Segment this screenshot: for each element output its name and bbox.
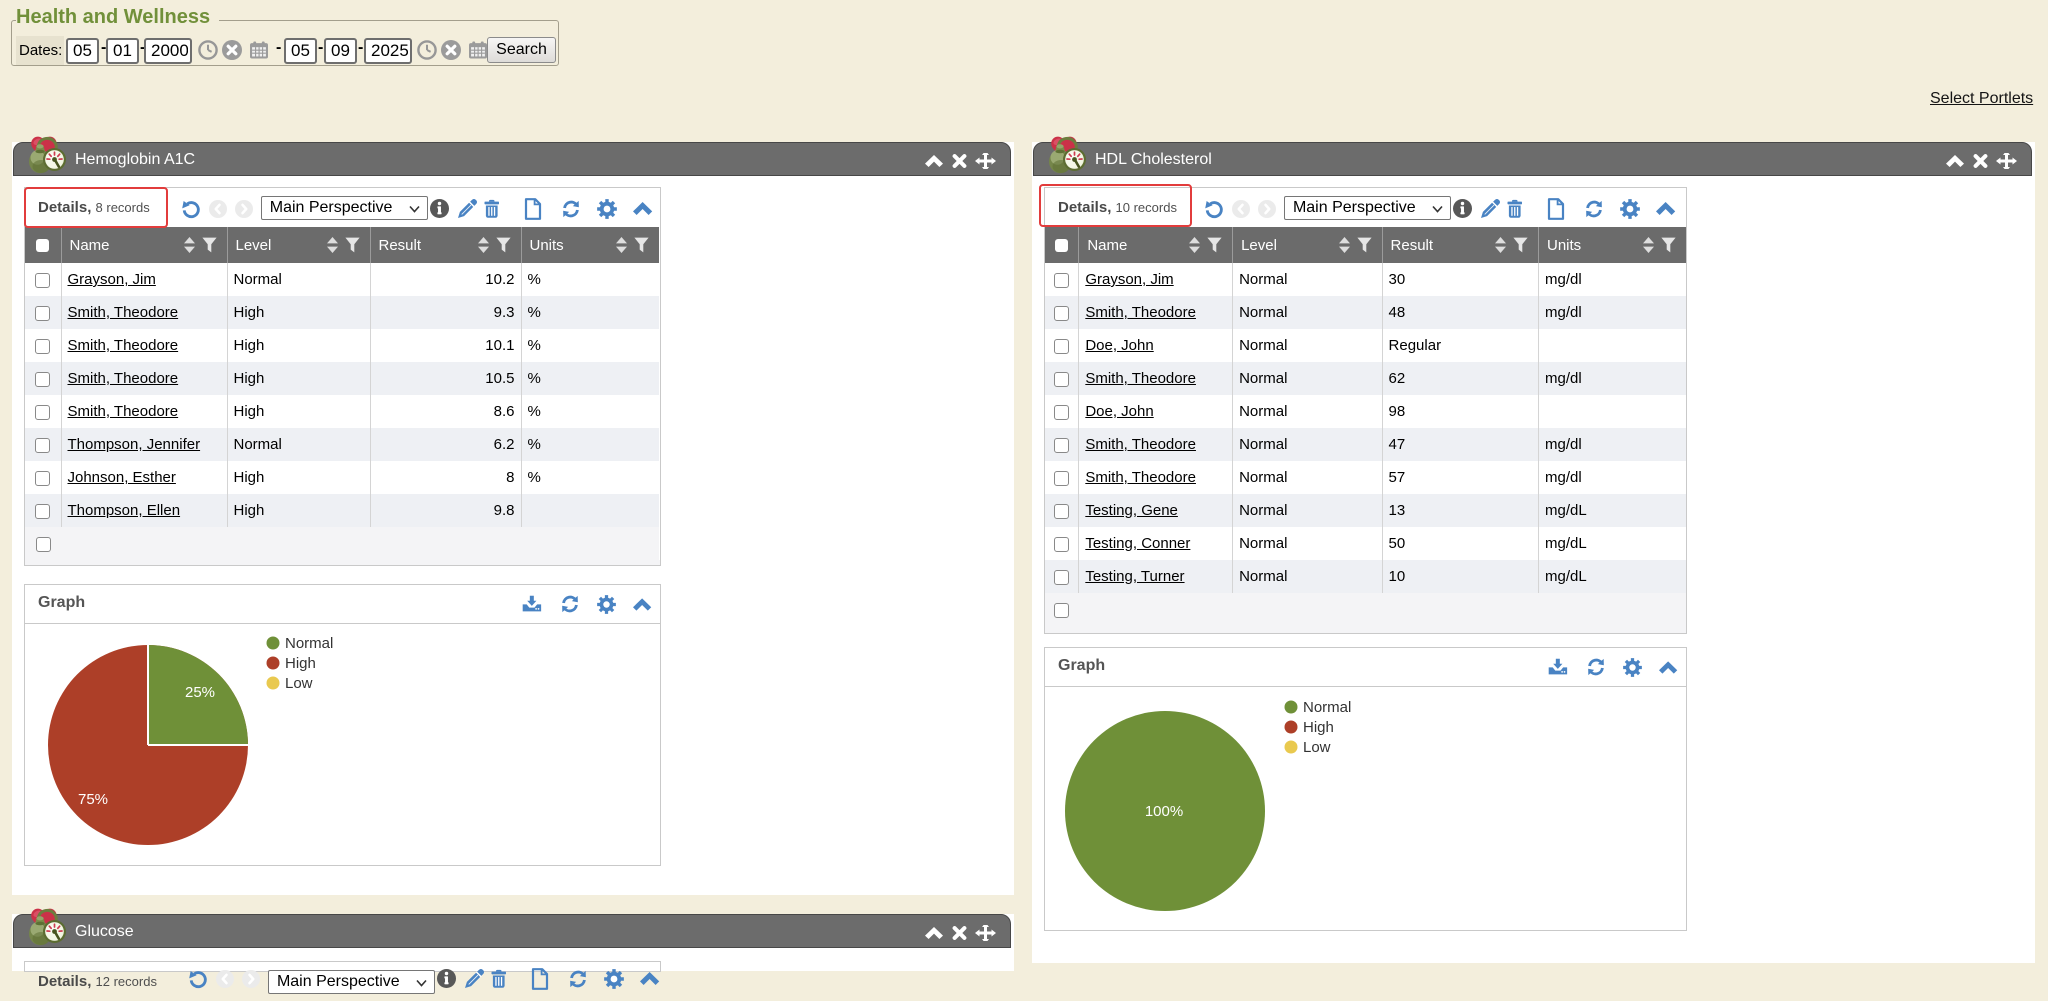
svg-text:High: High [1303, 719, 1334, 736]
svg-text:High: High [285, 655, 316, 672]
svg-text:75%: 75% [78, 791, 108, 808]
svg-text:25%: 25% [185, 684, 215, 701]
svg-text:100%: 100% [1145, 803, 1183, 820]
svg-text:Normal: Normal [285, 635, 333, 652]
svg-text:Low: Low [1303, 739, 1331, 756]
svg-text:Low: Low [285, 675, 313, 692]
svg-text:Normal: Normal [1303, 699, 1351, 716]
